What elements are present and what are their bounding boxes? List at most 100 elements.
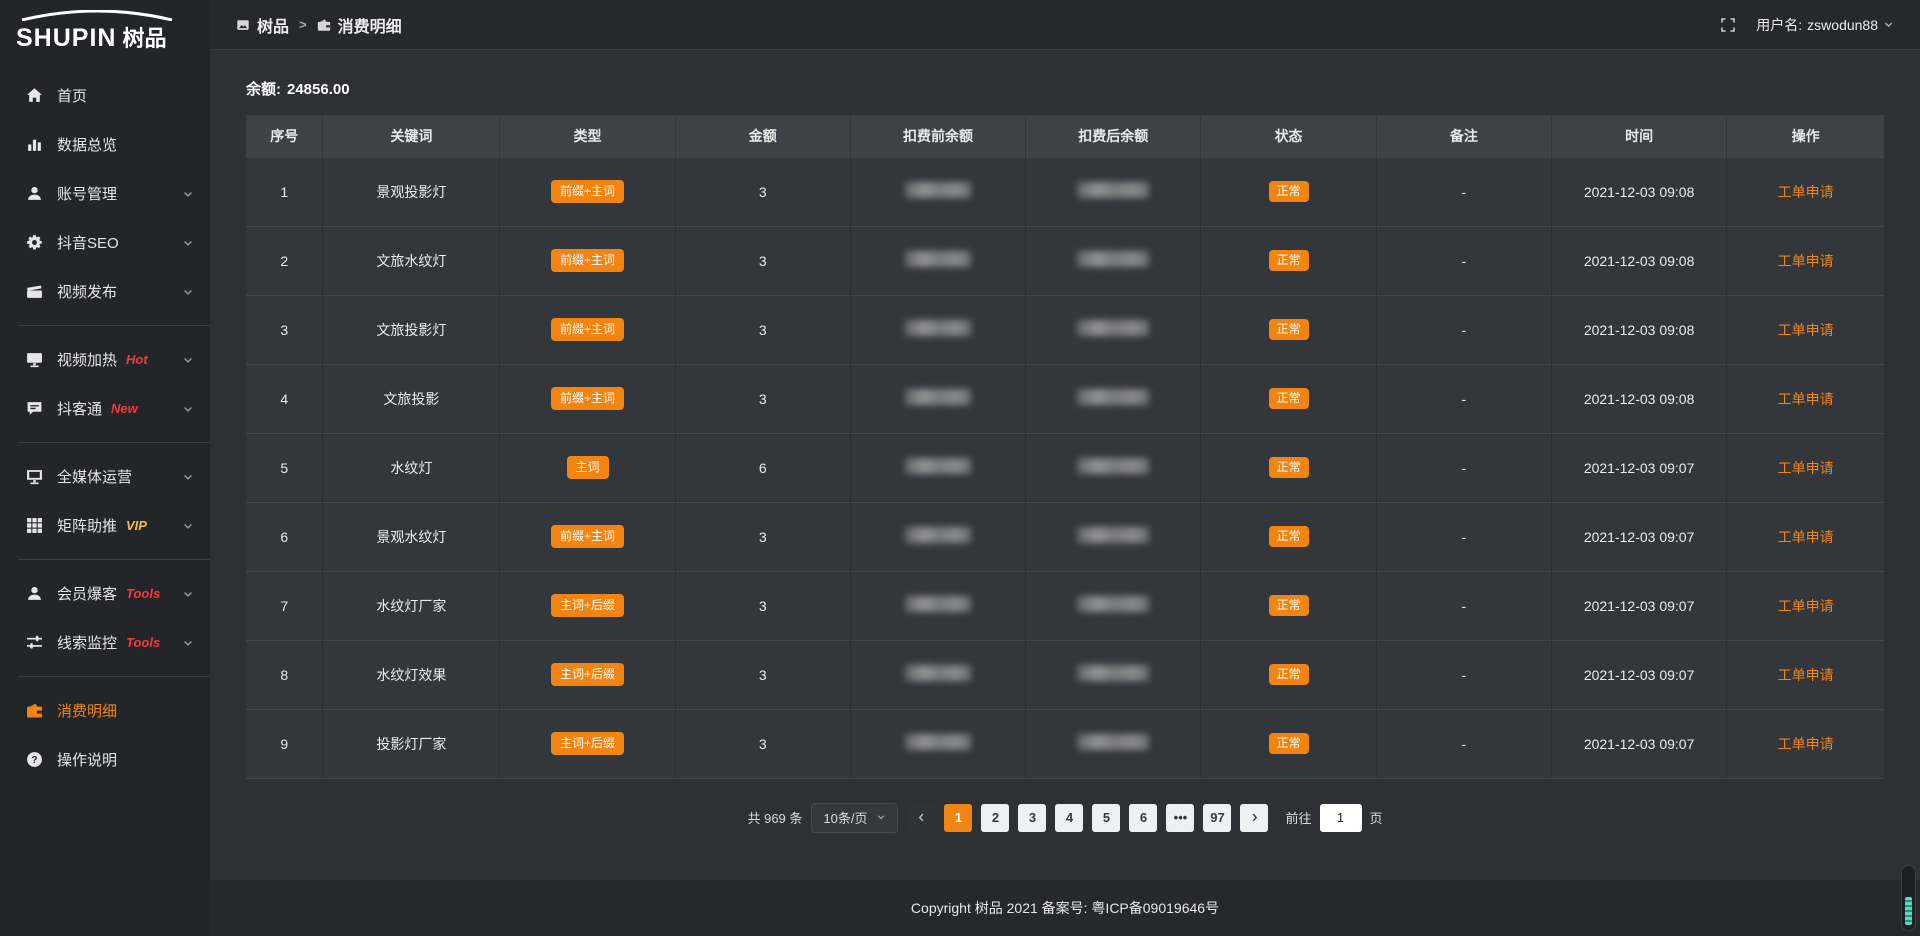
sidebar-item-12[interactable]: 会员爆客Tools <box>0 569 210 618</box>
prev-page-button[interactable] <box>907 804 935 832</box>
cell-balance-before <box>850 571 1025 640</box>
total-count: 共 969 条 <box>747 808 802 827</box>
goto-page-input[interactable] <box>1320 804 1362 832</box>
masked-balance-after <box>1077 251 1149 267</box>
page-button-2[interactable]: 2 <box>981 804 1009 832</box>
sidebar-item-16[interactable]: ?操作说明 <box>0 735 210 784</box>
column-header: 扣费前余额 <box>850 115 1025 157</box>
table-body: 1景观投影灯前缀+主词3正常-2021-12-03 09:08工单申请2文旅水纹… <box>246 157 1884 778</box>
cell-balance-before <box>850 502 1025 571</box>
user-menu[interactable]: 用户名: zswodun88 <box>1756 15 1894 35</box>
ticket-apply-link[interactable]: 工单申请 <box>1778 391 1834 407</box>
ticket-apply-link[interactable]: 工单申请 <box>1778 322 1834 338</box>
sidebar-item-15[interactable]: 消费明细 <box>0 686 210 735</box>
ticket-apply-link[interactable]: 工单申请 <box>1778 598 1834 614</box>
page-button-97[interactable]: 97 <box>1203 804 1231 832</box>
cell-action: 工单申请 <box>1727 502 1884 571</box>
cell-status: 正常 <box>1201 502 1376 571</box>
breadcrumb: 树品 > 消费明细 <box>236 13 402 37</box>
sidebar-item-7[interactable]: 抖客通New <box>0 384 210 433</box>
cell-type: 前缀+主词 <box>500 226 675 295</box>
sidebar-item-0[interactable]: 首页 <box>0 71 210 120</box>
cell-index: 7 <box>246 571 323 640</box>
cell-balance-after <box>1026 295 1201 364</box>
vertical-scrollbar[interactable] <box>1901 865 1916 931</box>
breadcrumb-home[interactable]: 树品 <box>236 13 289 37</box>
cell-balance-after <box>1026 226 1201 295</box>
page-button-4[interactable]: 4 <box>1055 804 1083 832</box>
sidebar-item-4[interactable]: 视频发布 <box>0 267 210 316</box>
ticket-apply-link[interactable]: 工单申请 <box>1778 184 1834 200</box>
sidebar-item-label: 全媒体运营 <box>57 466 132 487</box>
gear-icon <box>26 234 44 252</box>
sidebar-item-label: 数据总览 <box>57 134 117 155</box>
chat-icon <box>26 400 44 418</box>
table-row: 6景观水纹灯前缀+主词3正常-2021-12-03 09:07工单申请 <box>246 502 1884 571</box>
status-badge: 正常 <box>1269 664 1309 685</box>
masked-balance-before <box>905 458 971 474</box>
status-badge: 正常 <box>1269 388 1309 409</box>
logo-text-en: SHUPIN <box>16 24 116 53</box>
ticket-apply-link[interactable]: 工单申请 <box>1778 667 1834 683</box>
masked-balance-before <box>905 527 971 543</box>
cell-keyword: 文旅投影灯 <box>323 295 500 364</box>
ticket-apply-link[interactable]: 工单申请 <box>1778 529 1834 545</box>
chevron-down-icon <box>876 810 886 825</box>
sidebar-nav: 首页数据总览账号管理抖音SEO视频发布视频加热Hot抖客通New 全媒体运营矩阵助… <box>0 61 210 936</box>
breadcrumb-separator: > <box>299 17 307 32</box>
wallet-icon <box>26 702 44 720</box>
cell-type: 前缀+主词 <box>500 364 675 433</box>
cell-balance-before <box>850 226 1025 295</box>
logo-arc-icon <box>18 10 176 21</box>
page-size-select[interactable]: 10条/页 <box>811 803 898 833</box>
sidebar-item-label: 消费明细 <box>57 700 117 721</box>
nav-tag: VIP <box>126 518 147 533</box>
chevron-down-icon <box>182 588 194 600</box>
ticket-apply-link[interactable]: 工单申请 <box>1778 460 1834 476</box>
cell-time: 2021-12-03 09:07 <box>1551 433 1726 502</box>
sidebar-item-10[interactable]: 矩阵助推VIP <box>0 501 210 550</box>
sidebar-item-3[interactable]: 抖音SEO <box>0 218 210 267</box>
page-button-5[interactable]: 5 <box>1092 804 1120 832</box>
cell-balance-after <box>1026 364 1201 433</box>
goto-suffix: 页 <box>1370 808 1383 827</box>
more-pages-button[interactable]: ••• <box>1166 804 1194 832</box>
sidebar-item-2[interactable]: 账号管理 <box>0 169 210 218</box>
next-page-button[interactable] <box>1240 804 1268 832</box>
chevron-down-icon <box>1883 17 1894 33</box>
masked-balance-before <box>905 389 971 405</box>
monitor-icon <box>26 468 44 486</box>
cell-index: 8 <box>246 640 323 709</box>
sidebar-item-label: 视频加热 <box>57 349 117 370</box>
sidebar-item-6[interactable]: 视频加热Hot <box>0 335 210 384</box>
cell-remark: - <box>1376 571 1551 640</box>
breadcrumb-current[interactable]: 消费明细 <box>317 13 402 37</box>
cell-index: 3 <box>246 295 323 364</box>
type-badge: 前缀+主词 <box>551 387 624 410</box>
sidebar-item-13[interactable]: 线索监控Tools <box>0 618 210 667</box>
page-button-3[interactable]: 3 <box>1018 804 1046 832</box>
type-badge: 主词 <box>567 456 609 479</box>
fullscreen-icon[interactable] <box>1720 17 1736 33</box>
chevron-down-icon <box>182 237 194 249</box>
sidebar-item-1[interactable]: 数据总览 <box>0 120 210 169</box>
page-button-6[interactable]: 6 <box>1129 804 1157 832</box>
cell-remark: - <box>1376 295 1551 364</box>
scrollbar-thumb[interactable] <box>1905 897 1912 925</box>
ticket-apply-link[interactable]: 工单申请 <box>1778 736 1834 752</box>
copyright-text: Copyright 树品 2021 备案号: 粤ICP备09019646号 <box>911 898 1219 918</box>
masked-balance-before <box>905 251 971 267</box>
nav-tag: Tools <box>126 586 160 601</box>
cell-keyword: 水纹灯厂家 <box>323 571 500 640</box>
page-button-1[interactable]: 1 <box>944 804 972 832</box>
column-header: 序号 <box>246 115 323 157</box>
topbar-right: 用户名: zswodun88 <box>1720 15 1894 35</box>
masked-balance-after <box>1077 389 1149 405</box>
column-header: 操作 <box>1727 115 1884 157</box>
cell-balance-before <box>850 433 1025 502</box>
sidebar-item-9[interactable]: 全媒体运营 <box>0 452 210 501</box>
ticket-apply-link[interactable]: 工单申请 <box>1778 253 1834 269</box>
cell-status: 正常 <box>1201 157 1376 226</box>
cell-time: 2021-12-03 09:07 <box>1551 640 1726 709</box>
cell-balance-after <box>1026 640 1201 709</box>
